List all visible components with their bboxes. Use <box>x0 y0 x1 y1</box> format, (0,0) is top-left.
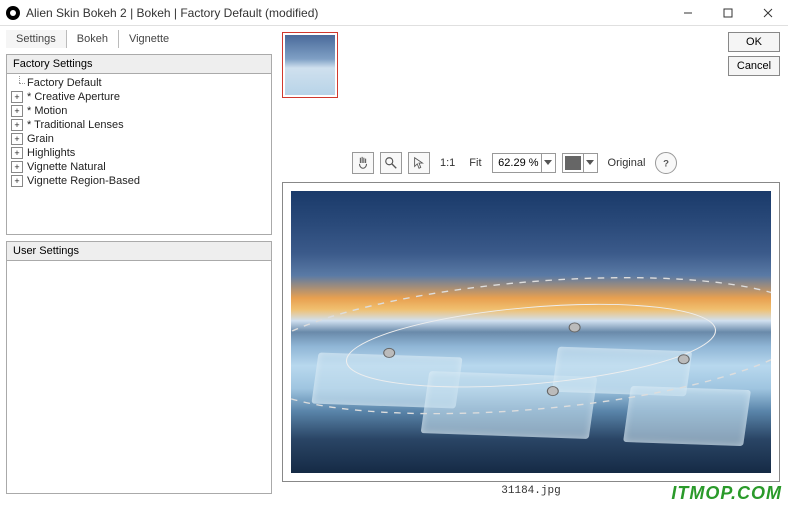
pointer-tool[interactable] <box>408 152 430 174</box>
tree-label: * Motion <box>27 105 67 117</box>
color-swatch <box>565 156 581 170</box>
thumbnail-image <box>285 35 335 95</box>
user-settings-body[interactable] <box>7 261 271 493</box>
tree-item[interactable]: + * Traditional Lenses <box>11 118 267 132</box>
factory-settings-panel: Factory Settings Factory Default + * Crea… <box>6 54 272 235</box>
user-settings-header: User Settings <box>7 242 271 261</box>
plus-icon[interactable]: + <box>11 175 23 187</box>
minimize-button[interactable] <box>668 0 708 26</box>
tree-label: * Traditional Lenses <box>27 119 124 131</box>
tree-item[interactable]: + Highlights <box>11 146 267 160</box>
plus-icon[interactable]: + <box>11 119 23 131</box>
cancel-button[interactable]: Cancel <box>728 56 780 76</box>
chevron-down-icon[interactable] <box>541 154 555 172</box>
plus-icon[interactable]: + <box>11 161 23 173</box>
tab-bokeh[interactable]: Bokeh <box>67 30 119 48</box>
titlebar: Alien Skin Bokeh 2 | Bokeh | Factory Def… <box>0 0 788 26</box>
tree-label: Grain <box>27 133 54 145</box>
plus-icon[interactable]: + <box>11 105 23 117</box>
control-handle[interactable] <box>678 355 689 364</box>
tree-item[interactable]: Factory Default <box>11 76 267 90</box>
chevron-down-icon[interactable] <box>583 154 597 172</box>
tree-item[interactable]: + Vignette Natural <box>11 160 267 174</box>
control-handle[interactable] <box>384 348 395 357</box>
factory-settings-header: Factory Settings <box>7 55 271 74</box>
plus-icon[interactable]: + <box>11 91 23 103</box>
window-title: Alien Skin Bokeh 2 | Bokeh | Factory Def… <box>26 6 668 20</box>
fit-button[interactable]: Fit <box>465 157 485 169</box>
preview-toolbar: 1:1 Fit Original ? <box>352 152 780 174</box>
help-button[interactable]: ? <box>655 152 677 174</box>
tree-label: Factory Default <box>27 77 102 89</box>
tree-label: Vignette Region-Based <box>27 175 140 187</box>
background-swatch[interactable] <box>562 153 598 173</box>
preview-thumbnail[interactable] <box>282 32 338 98</box>
tab-vignette[interactable]: Vignette <box>119 30 179 48</box>
focus-overlay[interactable] <box>291 191 771 473</box>
user-settings-panel: User Settings <box>6 241 272 494</box>
tree-item[interactable]: + Grain <box>11 132 267 146</box>
tree-label: Vignette Natural <box>27 161 106 173</box>
preset-tree[interactable]: Factory Default + * Creative Aperture + * … <box>7 74 271 190</box>
tree-item[interactable]: + Vignette Region-Based <box>11 174 267 188</box>
one-to-one-button[interactable]: 1:1 <box>436 157 459 169</box>
plus-icon[interactable]: + <box>11 133 23 145</box>
zoom-combo[interactable] <box>492 153 556 173</box>
tree-label: * Creative Aperture <box>27 91 120 103</box>
tree-label: Highlights <box>27 147 75 159</box>
control-handle[interactable] <box>569 323 580 332</box>
tree-item[interactable]: + * Motion <box>11 104 267 118</box>
tabs: Settings Bokeh Vignette <box>6 30 272 48</box>
left-panel: Settings Bokeh Vignette Factory Settings… <box>0 26 278 506</box>
pan-tool[interactable] <box>352 152 374 174</box>
ok-button[interactable]: OK <box>728 32 780 52</box>
tree-item[interactable]: + * Creative Aperture <box>11 90 267 104</box>
preview-area[interactable] <box>282 182 780 482</box>
right-panel: OK Cancel 1:1 Fit Original ? <box>278 26 788 506</box>
original-button[interactable]: Original <box>604 157 650 169</box>
svg-text:?: ? <box>664 159 670 170</box>
app-icon <box>6 6 20 20</box>
tab-settings[interactable]: Settings <box>6 30 67 48</box>
zoom-input[interactable] <box>493 157 541 169</box>
plus-icon[interactable]: + <box>11 147 23 159</box>
filename-label: 31184.jpg <box>282 482 780 500</box>
preview-image <box>291 191 771 473</box>
close-button[interactable] <box>748 0 788 26</box>
maximize-button[interactable] <box>708 0 748 26</box>
control-handle[interactable] <box>547 387 558 396</box>
zoom-tool[interactable] <box>380 152 402 174</box>
